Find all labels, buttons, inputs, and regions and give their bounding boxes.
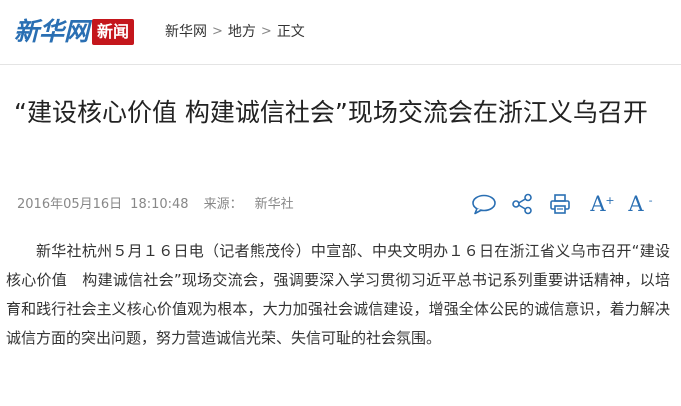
font-decrease-mark: - <box>648 194 653 207</box>
breadcrumb-item-current: 正文 <box>276 24 305 40</box>
logo-badge: 新闻 <box>92 19 135 45</box>
font-increase-glyph: A <box>590 192 606 216</box>
share-icon <box>511 193 533 215</box>
source-label: 来源： <box>203 197 243 212</box>
comment-button[interactable] <box>470 190 498 218</box>
article-body: 新华社杭州５月１６日电（记者熊茂伶）中宣部、中央文明办１６日在浙江省义乌市召开“… <box>6 242 670 347</box>
publish-date: 2016年05月16日 <box>17 197 123 212</box>
print-button[interactable] <box>546 190 574 218</box>
breadcrumb-separator: > <box>260 24 272 39</box>
font-increase-mark: + <box>605 194 615 207</box>
share-button[interactable] <box>508 190 536 218</box>
breadcrumb: 新华网 > 地方 > 正文 <box>165 22 305 42</box>
publish-time: 18:10:48 <box>130 197 189 212</box>
print-icon <box>549 193 571 215</box>
font-increase-button[interactable]: A + <box>584 190 614 218</box>
logo-text: 新华网 <box>14 17 90 46</box>
header-divider <box>0 64 681 65</box>
breadcrumb-separator: > <box>212 24 223 39</box>
article-title: “建设核心价值 构建诚信社会”现场交流会在浙江义乌召开 <box>14 98 648 127</box>
breadcrumb-item-local[interactable]: 地方 <box>228 22 256 42</box>
font-increase-icon: A + <box>590 190 614 218</box>
font-decrease-button[interactable]: A- <box>622 190 652 218</box>
breadcrumb-item-home[interactable]: 新华网 <box>165 22 207 42</box>
source-name: 新华社 <box>254 197 294 212</box>
site-logo[interactable]: 新华网 新闻 <box>14 17 135 46</box>
article-toolbar: A + A- <box>470 190 653 218</box>
article-meta: 2016年05月16日 18:10:48 来源： 新华社 <box>17 195 294 215</box>
comment-icon <box>471 193 497 215</box>
font-decrease-glyph: A <box>628 192 644 216</box>
site-header: 新华网 新闻 新华网 > 地方 > 正文 <box>0 0 681 64</box>
font-decrease-icon: A- <box>628 190 652 218</box>
